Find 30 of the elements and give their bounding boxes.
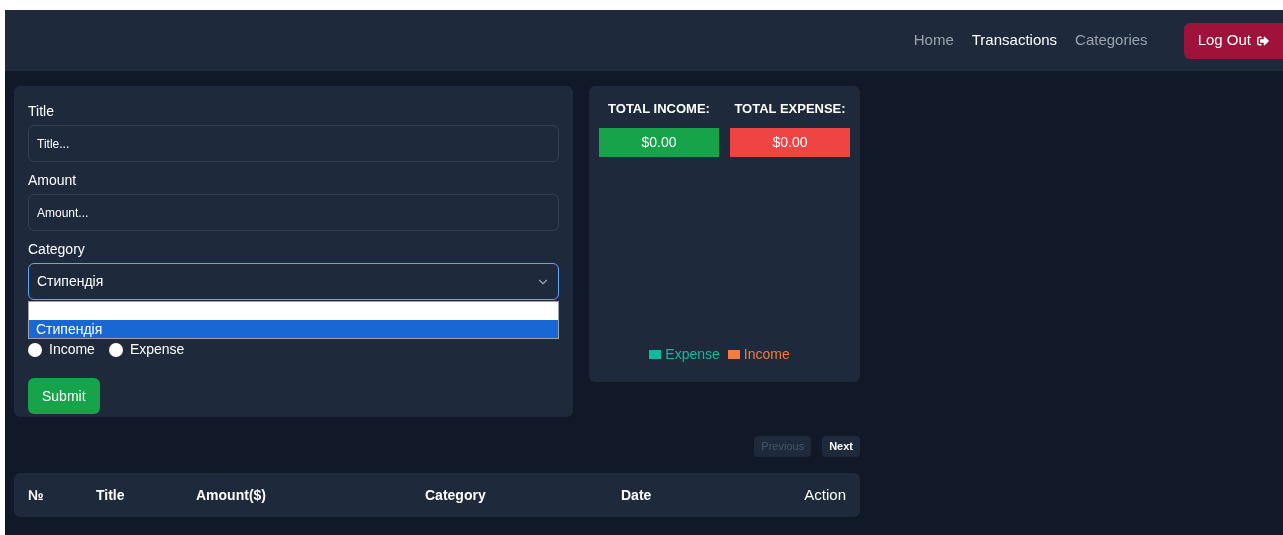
field-label: Amount <box>28 171 78 190</box>
column-header: Amount($) <box>196 485 267 505</box>
pagination-button[interactable]: Next <box>822 436 860 457</box>
input-field[interactable]: Amount... <box>28 194 559 231</box>
total-amount: $0.00 <box>599 127 719 157</box>
total-label: TOTAL INCOME: <box>608 100 710 118</box>
legend-label: Expense <box>665 345 720 364</box>
nav-link[interactable]: Categories <box>1075 29 1148 52</box>
column-header: Action <box>804 484 846 505</box>
total-amount: $0.00 <box>730 127 850 157</box>
legend-label: Income <box>743 345 790 364</box>
radio-button[interactable] <box>28 342 42 357</box>
nav-link[interactable]: Transactions <box>971 29 1058 52</box>
category-select[interactable]: Стипендія <box>28 263 559 300</box>
logout-icon <box>1257 34 1269 47</box>
submit-button[interactable]: Submit <box>28 378 100 414</box>
column-header: № <box>28 485 45 505</box>
input-field[interactable]: Title... <box>28 125 559 162</box>
field-label: Title <box>28 102 55 121</box>
radio-label: Income <box>49 340 95 359</box>
column-header: Title <box>96 485 126 505</box>
column-header: Category <box>425 485 487 505</box>
column-header: Date <box>621 485 653 505</box>
total-label: TOTAL EXPENSE: <box>734 100 846 118</box>
field-label: Category <box>28 240 86 259</box>
dropdown-option[interactable]: Стипендія <box>29 320 558 338</box>
radio-label: Expense <box>129 340 185 359</box>
nav-link[interactable]: Home <box>913 29 954 52</box>
radio-button[interactable] <box>108 342 123 357</box>
logout-button[interactable]: Log Out <box>1183 22 1283 59</box>
